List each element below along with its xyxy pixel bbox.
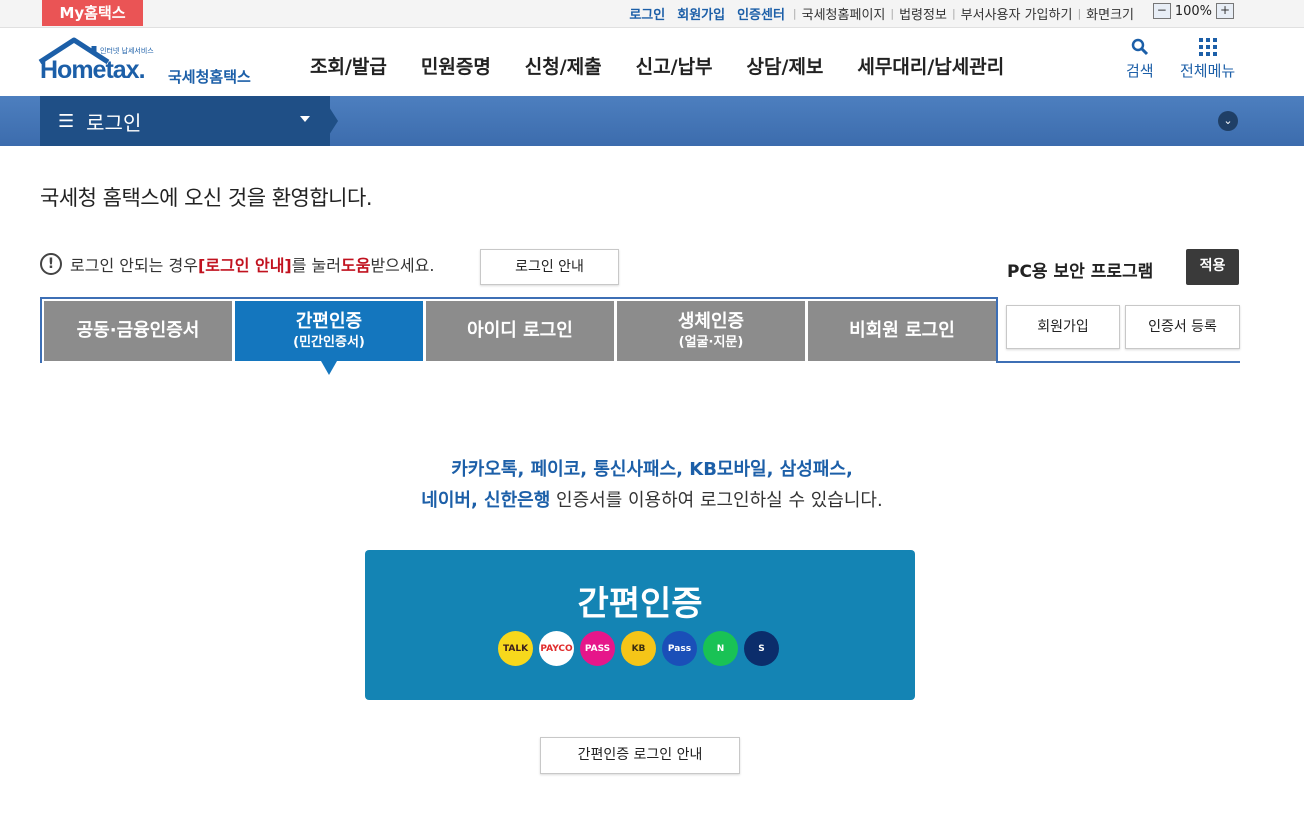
location-arrow-shape <box>322 96 338 146</box>
exclamation-icon: ! <box>40 253 62 275</box>
divider: | <box>792 7 797 20</box>
zoom-control: − 100% + <box>1152 3 1234 19</box>
login-link[interactable]: 로그인 <box>629 4 665 23</box>
divider: | <box>951 7 956 20</box>
nav-inquiry[interactable]: 조회/발급 <box>310 52 387 79</box>
pc-security-label: PC용 보안 프로그램 <box>1007 262 1154 282</box>
shinhan-bank-icon: S <box>744 631 779 666</box>
brand-icons-row: TALK PAYCO PASS KB Pass N S <box>498 631 779 666</box>
kb-mobile-icon: KB <box>621 631 656 666</box>
logo-small-text: 인터넷 납세서비스 <box>100 47 154 55</box>
tab-label: 공동·금융인증서 <box>76 320 200 342</box>
tab-sublabel: (얼굴·지문) <box>678 335 744 350</box>
easy-auth-description: 카카오톡, 페이코, 통신사패스, KB모바일, 삼성패스, 네이버, 신한은행… <box>340 454 964 516</box>
tab-easy-auth[interactable]: 간편인증 (민간인증서) <box>235 301 423 375</box>
join-button[interactable]: 회원가입 <box>1006 305 1120 349</box>
global-nav: 조회/발급 민원증명 신청/제출 신고/납부 상담/제보 세무대리/납세관리 <box>310 52 1004 79</box>
apply-button[interactable]: 적용 <box>1186 249 1239 285</box>
tab-biometric[interactable]: 생체인증 (얼굴·지문) <box>617 301 805 361</box>
zoom-level: 100% <box>1174 3 1212 19</box>
tab-label: 아이디 로그인 <box>467 320 573 342</box>
samsung-pass-icon: Pass <box>662 631 697 666</box>
logo-korean: 국세청홈택스 <box>168 68 251 86</box>
logo-text: Hometax. <box>40 56 146 84</box>
search-button[interactable]: 검색 <box>1126 38 1154 81</box>
nav-consult[interactable]: 상담/제보 <box>747 52 824 79</box>
signup-link[interactable]: 회원가입 <box>677 4 725 23</box>
payco-icon: PAYCO <box>539 631 574 666</box>
hometax-logo[interactable]: 인터넷 납세서비스 Hometax. 국세청홈택스 <box>38 36 268 92</box>
tab-label: 간편인증 <box>295 311 363 333</box>
expand-circle-icon[interactable]: ⌄ <box>1218 111 1238 131</box>
nts-homepage-link[interactable]: 국세청홈페이지 <box>802 4 886 23</box>
hamburger-icon: ☰ <box>58 111 75 132</box>
cert-register-button[interactable]: 인증서 등록 <box>1125 305 1240 349</box>
easy-auth-title: 간편인증 <box>577 584 703 624</box>
nav-apply[interactable]: 신청/제출 <box>525 52 602 79</box>
tab-sublabel: (민간인증서) <box>293 335 365 350</box>
chevron-down-icon[interactable] <box>300 116 310 122</box>
all-menu-button[interactable]: 전체메뉴 <box>1180 38 1235 81</box>
login-help-row: ! 로그인 안되는 경우 [로그인 안내] 를 눌러 도움 받으세요. <box>40 252 434 276</box>
cert-center-link[interactable]: 인증센터 <box>737 4 785 23</box>
help-login-guide-text: [로그인 안내] <box>197 256 292 275</box>
description-highlight: 네이버, 신한은행 <box>421 490 551 511</box>
description-line-2: 네이버, 신한은행 인증서를 이용하여 로그인하실 수 있습니다. <box>340 485 964 516</box>
tab-joint-cert[interactable]: 공동·금융인증서 <box>44 301 232 361</box>
tab-label: 생체인증 <box>677 311 745 333</box>
location-bar: ☰ 로그인 ⌄ <box>0 96 1304 146</box>
my-hometax-button[interactable]: My홈택스 <box>42 0 143 26</box>
easy-auth-button[interactable]: 간편인증 TALK PAYCO PASS KB Pass N S <box>365 550 915 700</box>
divider: | <box>1077 7 1082 20</box>
tab-guest-login[interactable]: 비회원 로그인 <box>808 301 996 361</box>
description-text: 인증서를 이용하여 로그인하실 수 있습니다. <box>550 490 883 511</box>
zoom-in-button[interactable]: + <box>1216 3 1234 19</box>
help-bold-text: 도움 <box>340 256 371 275</box>
utility-links: 로그인 회원가입 인증센터 | 국세청홈페이지 | 법령정보 | 부서사용자 가… <box>617 4 1134 23</box>
help-text: 를 눌러 <box>291 256 341 275</box>
naver-icon: N <box>703 631 738 666</box>
description-line-1: 카카오톡, 페이코, 통신사패스, KB모바일, 삼성패스, <box>451 459 853 480</box>
dept-user-signup-link[interactable]: 부서사용자 가입하기 <box>961 4 1073 23</box>
login-tabs: 공동·금융인증서 간편인증 (민간인증서) 아이디 로그인 생체인증 (얼굴·지… <box>44 301 996 375</box>
location-label: 로그인 <box>86 111 142 135</box>
login-guide-button[interactable]: 로그인 안내 <box>480 249 619 285</box>
tab-divider-line <box>996 361 1240 363</box>
top-utility-bar: My홈택스 로그인 회원가입 인증센터 | 국세청홈페이지 | 법령정보 | 부… <box>0 0 1304 28</box>
grid-menu-icon <box>1180 38 1235 60</box>
main-header: 인터넷 납세서비스 Hometax. 국세청홈택스 조회/발급 민원증명 신청/… <box>0 28 1304 96</box>
easy-auth-guide-button[interactable]: 간편인증 로그인 안내 <box>540 737 740 774</box>
help-text: 로그인 안되는 경우 <box>70 256 198 275</box>
nav-tax-agent[interactable]: 세무대리/납세관리 <box>857 52 1004 79</box>
welcome-heading: 국세청 홈택스에 오신 것을 환영합니다. <box>40 186 373 210</box>
all-menu-label: 전체메뉴 <box>1180 62 1236 80</box>
search-icon <box>1126 38 1154 60</box>
kakao-talk-icon: TALK <box>498 631 533 666</box>
nav-report-pay[interactable]: 신고/납부 <box>636 52 713 79</box>
tab-label: 비회원 로그인 <box>849 320 955 342</box>
nav-civil-cert[interactable]: 민원증명 <box>421 52 491 79</box>
zoom-out-button[interactable]: − <box>1152 3 1171 19</box>
search-label: 검색 <box>1126 62 1154 80</box>
location-title: ☰ 로그인 <box>58 107 141 136</box>
help-text: 받으세요. <box>370 256 435 275</box>
divider: | <box>890 7 895 20</box>
pass-icon: PASS <box>580 631 615 666</box>
tab-id-login[interactable]: 아이디 로그인 <box>426 301 614 361</box>
law-info-link[interactable]: 법령정보 <box>899 4 947 23</box>
screen-size-label: 화면크기 <box>1086 8 1134 23</box>
